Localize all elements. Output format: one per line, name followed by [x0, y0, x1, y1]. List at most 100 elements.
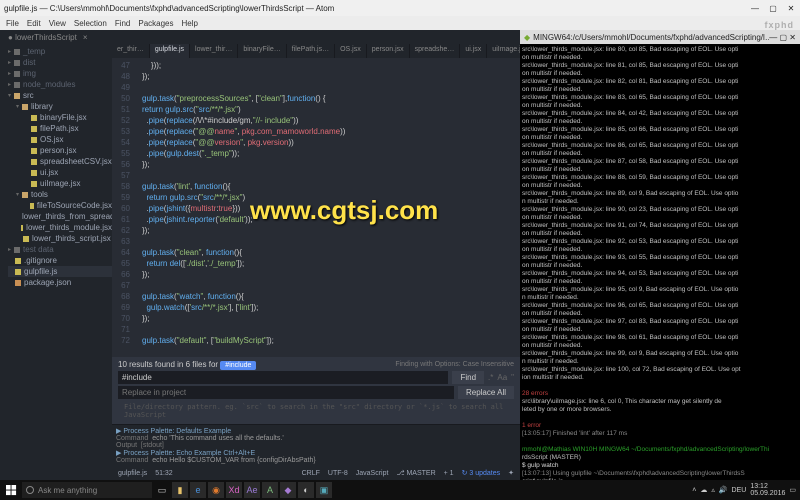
terminal-output[interactable]: src\lower_thirds_module.jsx: line 80, co…	[520, 44, 800, 480]
menu-find[interactable]: Find	[115, 19, 131, 28]
status-language[interactable]: JavaScript	[356, 470, 389, 477]
cortana-icon	[26, 486, 34, 494]
taskbar-app-xd[interactable]: Xd	[226, 482, 242, 498]
tree-library[interactable]: library	[16, 101, 112, 112]
cortana-search[interactable]: Ask me anything	[22, 482, 152, 498]
tree-img[interactable]: img	[8, 68, 112, 79]
taskbar-app-git[interactable]: ◆	[280, 482, 296, 498]
project-tabbar: ● lowerThirdsScript ×	[0, 30, 520, 44]
taskbar-app-firefox[interactable]: ◉	[208, 482, 224, 498]
tree--gitignore[interactable]: .gitignore	[8, 255, 112, 266]
menu-file[interactable]: File	[6, 19, 19, 28]
term-close-button[interactable]: ✕	[789, 33, 796, 42]
tree-OS-jsx[interactable]: OS.jsx	[24, 134, 112, 145]
find-opt-case-icon[interactable]: Aa	[497, 373, 507, 382]
taskbar-app-atom[interactable]: A	[262, 482, 278, 498]
windows-logo-icon	[6, 485, 17, 496]
tree-lower_thirds_from_spreadshe-[interactable]: lower_thirds_from_spreadshe…	[16, 211, 112, 222]
file-tab-7[interactable]: spreadshe…	[410, 44, 461, 58]
menu-view[interactable]: View	[49, 19, 66, 28]
file-tabs: er_thir…gulpfile.jslower_thir…binaryFile…	[112, 44, 520, 58]
status-git-stats: + 1	[444, 470, 454, 477]
find-opt-word-icon[interactable]: "	[511, 373, 514, 382]
window-controls: — ▢ ✕	[750, 4, 796, 13]
tray-chevron-icon[interactable]: ˄	[692, 487, 696, 494]
close-button[interactable]: ✕	[786, 4, 796, 13]
system-tray: ˄ ☁ ▵ 🔊 DEU 13:1205.09.2016 ▭	[692, 483, 798, 497]
tray-notifications-icon[interactable]: ▭	[789, 486, 796, 494]
taskbar-app-edge[interactable]: e	[190, 482, 206, 498]
tray-volume-icon[interactable]: 🔊	[719, 486, 728, 494]
file-tab-8[interactable]: ui.jsx	[460, 44, 487, 58]
menu-selection[interactable]: Selection	[74, 19, 107, 28]
palette-item-echo[interactable]: ▶ Process Palette: Echo Example Ctrl+Alt…	[116, 449, 516, 457]
tree-node_modules[interactable]: node_modules	[8, 79, 112, 90]
status-lineending[interactable]: CRLF	[302, 470, 320, 477]
mingw-icon: ◆	[524, 33, 530, 42]
taskbar-app-github[interactable]: ◐	[298, 482, 314, 498]
tree-dist[interactable]: dist	[8, 57, 112, 68]
menu-help[interactable]: Help	[182, 19, 198, 28]
taskbar-app-explorer[interactable]: ▮	[172, 482, 188, 498]
task-view-icon[interactable]: ▭	[154, 482, 170, 498]
status-file: gulpfile.js	[118, 470, 147, 477]
tree-binaryFile-jsx[interactable]: binaryFile.jsx	[24, 112, 112, 123]
file-tab-9[interactable]: uiImage.jsx	[487, 44, 520, 58]
status-branch[interactable]: ⎇ MASTER	[396, 469, 435, 477]
replace-all-button[interactable]: Replace All	[458, 386, 514, 399]
tree-spreadsheetCSV-jsx[interactable]: spreadsheetCSV.jsx	[24, 156, 112, 167]
menu-packages[interactable]: Packages	[138, 19, 173, 28]
taskbar-app-ae[interactable]: Ae	[244, 482, 260, 498]
menu-edit[interactable]: Edit	[27, 19, 41, 28]
tree-uiImage-jsx[interactable]: uiImage.jsx	[24, 178, 112, 189]
palette-item-defaults[interactable]: ▶ Process Palette: Defaults Example	[116, 427, 516, 435]
file-tab-6[interactable]: person.jsx	[367, 44, 410, 58]
minimize-button[interactable]: —	[750, 4, 760, 13]
status-encoding[interactable]: UTF-8	[328, 470, 348, 477]
watermark-text: www.cgtsj.com	[250, 195, 438, 226]
file-tree[interactable]: _tempdistimgnode_modulessrclibrarybinary…	[0, 44, 112, 480]
tree-tools[interactable]: tools	[16, 189, 112, 200]
tree-person-jsx[interactable]: person.jsx	[24, 145, 112, 156]
find-options-text: Finding with Options: Case Insensitive	[395, 361, 514, 368]
corner-watermark: fxphd	[765, 20, 795, 30]
file-tab-4[interactable]: filePath.js…	[287, 44, 335, 58]
tray-onedrive-icon[interactable]: ☁	[700, 486, 707, 494]
tray-lang[interactable]: DEU	[732, 487, 747, 494]
tree-lower_thirds_script-jsx[interactable]: lower_thirds_script.jsx	[16, 233, 112, 244]
tray-network-icon[interactable]: ▵	[711, 486, 715, 494]
tree-package-json[interactable]: package.json	[8, 277, 112, 288]
tree-fileToSourceCode-jsx[interactable]: fileToSourceCode.jsx	[24, 200, 112, 211]
file-tab-0[interactable]: er_thir…	[112, 44, 150, 58]
window-title: gulpfile.js — C:\Users\mmohl\Documents\f…	[4, 4, 750, 13]
find-button[interactable]: Find	[452, 371, 484, 384]
tree-src[interactable]: src	[8, 90, 112, 101]
menubar: File Edit View Selection Find Packages Help	[0, 16, 800, 30]
taskbar-app-misc[interactable]: ▣	[316, 482, 332, 498]
file-tab-2[interactable]: lower_thir…	[190, 44, 238, 58]
term-min-button[interactable]: —	[769, 33, 777, 42]
tree-filePath-jsx[interactable]: filePath.jsx	[24, 123, 112, 134]
atom-titlebar: gulpfile.js — C:\Users\mmohl\Documents\f…	[0, 0, 800, 16]
start-button[interactable]	[2, 481, 20, 499]
maximize-button[interactable]: ▢	[768, 4, 778, 13]
file-tab-5[interactable]: OS.jsx	[335, 44, 367, 58]
find-opt-regex-icon[interactable]: .*	[488, 373, 493, 382]
settings-icon[interactable]: ✦	[508, 469, 514, 477]
windows-taskbar: Ask me anything ▭ ▮ e ◉ Xd Ae A ◆ ◐ ▣ ˄ …	[0, 480, 800, 500]
status-updates[interactable]: ↻ 3 updates	[462, 469, 501, 477]
line-gutter: 4748495051525354555657585960616263646566…	[112, 60, 134, 346]
tree-ui-jsx[interactable]: ui.jsx	[24, 167, 112, 178]
project-tab[interactable]: ● lowerThirdsScript	[4, 33, 81, 42]
tree-lower_thirds_module-jsx[interactable]: lower_thirds_module.jsx	[16, 222, 112, 233]
file-tab-3[interactable]: binaryFile…	[238, 44, 286, 58]
tree-_temp[interactable]: _temp	[8, 46, 112, 57]
tray-clock[interactable]: 13:1205.09.2016	[750, 483, 785, 497]
replace-input[interactable]	[118, 386, 454, 399]
tree-gulpfile-js[interactable]: gulpfile.js	[8, 266, 112, 277]
file-tab-1[interactable]: gulpfile.js	[150, 44, 190, 58]
find-input[interactable]	[118, 371, 448, 384]
term-max-button[interactable]: ▢	[780, 33, 788, 42]
tree-test-data[interactable]: test data	[8, 244, 112, 255]
close-tab-icon[interactable]: ×	[83, 33, 88, 42]
